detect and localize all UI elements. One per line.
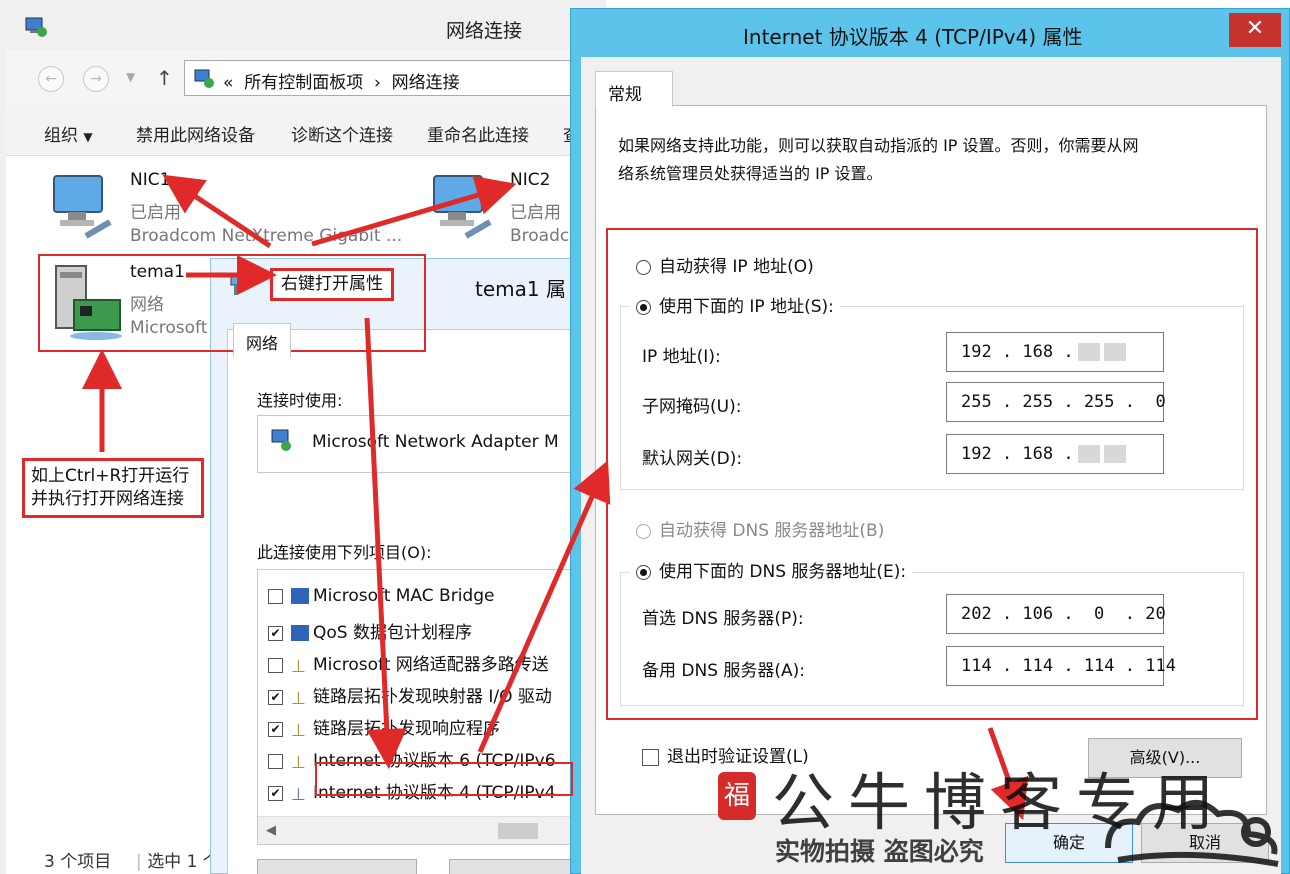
network-adapter-icon [433, 175, 492, 239]
checkbox[interactable]: ✔ [268, 721, 283, 737]
right-click-note: 右键打开属性 [270, 268, 394, 301]
checkbox[interactable]: ✔ [268, 785, 283, 801]
protocol-icon: ⊥ [291, 785, 306, 805]
chevron-down-icon: ▼ [83, 130, 93, 144]
install-button[interactable] [257, 859, 417, 874]
breadcrumb-control-panel[interactable]: 所有控制面板项 [244, 73, 363, 93]
item-count: 3 个项目 [44, 852, 112, 872]
selected-count: 选中 1 个 [147, 852, 220, 872]
scroll-left-icon[interactable]: ◀ [266, 823, 276, 838]
up-button[interactable]: ↑ [156, 66, 173, 90]
breadcrumb-prefix: « [223, 73, 234, 93]
checkbox[interactable]: ✔ [268, 689, 283, 705]
diagnose-button[interactable]: 诊断这个连接 [291, 121, 393, 146]
breadcrumb: « 所有控制面板项 › 网络连接 [223, 68, 460, 93]
breadcrumb-network-connections[interactable]: 网络连接 [392, 73, 460, 93]
scroll-thumb[interactable] [498, 823, 538, 839]
list-item[interactable]: ⊥ Microsoft 网络适配器多路传送 [268, 650, 596, 680]
adapter-icon [271, 429, 291, 451]
control-panel-icon [194, 69, 214, 88]
checkbox[interactable] [268, 588, 283, 604]
protocol-icon: ⊥ [291, 689, 306, 709]
connect-using-label: 连接时使用: [257, 391, 343, 410]
adapter-field: Microsoft Network Adapter M [257, 415, 597, 473]
connection-nic1[interactable]: NIC1 已启用 Broadcom NetXtreme Gigabit ... [46, 166, 416, 248]
connection-status: 已启用 [510, 203, 561, 223]
highlight-ipv4-item [315, 762, 573, 796]
component-icon [291, 588, 309, 604]
address-bar[interactable]: « 所有控制面板项 › 网络连接 ⌄ [184, 60, 594, 96]
note-line: 如上Ctrl+R打开运行 [31, 466, 190, 486]
horizontal-scrollbar[interactable]: ◀ [258, 816, 596, 844]
list-item[interactable]: ✔ ⊥ 链路层拓扑发现响应程序 [268, 714, 596, 744]
recent-dropdown-icon[interactable]: ▼ [126, 70, 135, 84]
list-item[interactable]: Microsoft MAC Bridge [268, 586, 596, 616]
checkbox[interactable] [268, 753, 283, 769]
connection-device: Broadcom NetXtreme Gigabit ... [130, 226, 403, 246]
uninstall-button[interactable] [449, 859, 589, 874]
protocol-icon: ⊥ [291, 657, 306, 677]
status-bar: 3 个项目 | 选中 1 个 [44, 852, 220, 872]
window-title: tema1 属 [475, 277, 566, 301]
forward-button[interactable]: → [83, 66, 109, 92]
description-line2: 络系统管理员处获得适当的 IP 设置。 [618, 164, 883, 183]
tab-general[interactable]: 常规 [595, 71, 673, 107]
disable-device-button[interactable]: 禁用此网络设备 [136, 121, 255, 146]
description-line1: 如果网络支持此功能，则可以获取自动指派的 IP 设置。否则，你需要从网 [618, 136, 1139, 155]
checkbox[interactable]: ✔ [268, 625, 283, 641]
protocol-icon: ⊥ [291, 721, 306, 741]
window-title: 网络连接 [446, 20, 523, 42]
network-adapter-icon [53, 175, 112, 239]
run-command-note: 如上Ctrl+R打开运行 并执行打开网络连接 [22, 458, 204, 518]
component-icon [291, 625, 309, 641]
items-label: 此连接使用下列项目(O): [257, 543, 432, 562]
adapter-name: Microsoft Network Adapter M [312, 432, 559, 452]
checkbox[interactable] [642, 748, 659, 766]
connection-name: NIC2 [510, 170, 551, 190]
network-folder-icon [25, 17, 47, 37]
title-bar: 网络连接 [6, 0, 606, 50]
connection-name: NIC1 [130, 170, 171, 190]
seal-watermark: 福 [718, 772, 756, 820]
dialog-title: Internet 协议版本 4 (TCP/IPv4) 属性 [743, 25, 1083, 49]
rename-button[interactable]: 重命名此连接 [427, 121, 529, 146]
highlight-ip-settings [606, 228, 1258, 720]
protocol-icon: ⊥ [291, 753, 306, 773]
list-item[interactable]: ✔ ⊥ 链路层拓扑发现映射器 I/O 驱动 [268, 682, 596, 712]
cloud-watermark-icon [1105, 800, 1279, 867]
back-button[interactable]: ← [38, 66, 64, 92]
tab-network[interactable]: 网络 [233, 323, 292, 357]
close-button[interactable]: ✕ [1229, 13, 1281, 47]
list-item[interactable]: ✔ QoS 数据包计划程序 [268, 618, 596, 648]
component-list: Microsoft MAC Bridge ✔ QoS 数据包计划程序 ⊥ Micro… [257, 569, 597, 845]
breadcrumb-separator: › [374, 73, 381, 93]
copyright-watermark: 实物拍摄 盗图必究 [775, 837, 984, 866]
connection-status: 已启用 [130, 203, 181, 223]
organize-menu[interactable]: 组织 ▼ [44, 121, 93, 146]
checkbox[interactable] [268, 657, 283, 673]
note-line: 并执行打开网络连接 [31, 488, 184, 509]
